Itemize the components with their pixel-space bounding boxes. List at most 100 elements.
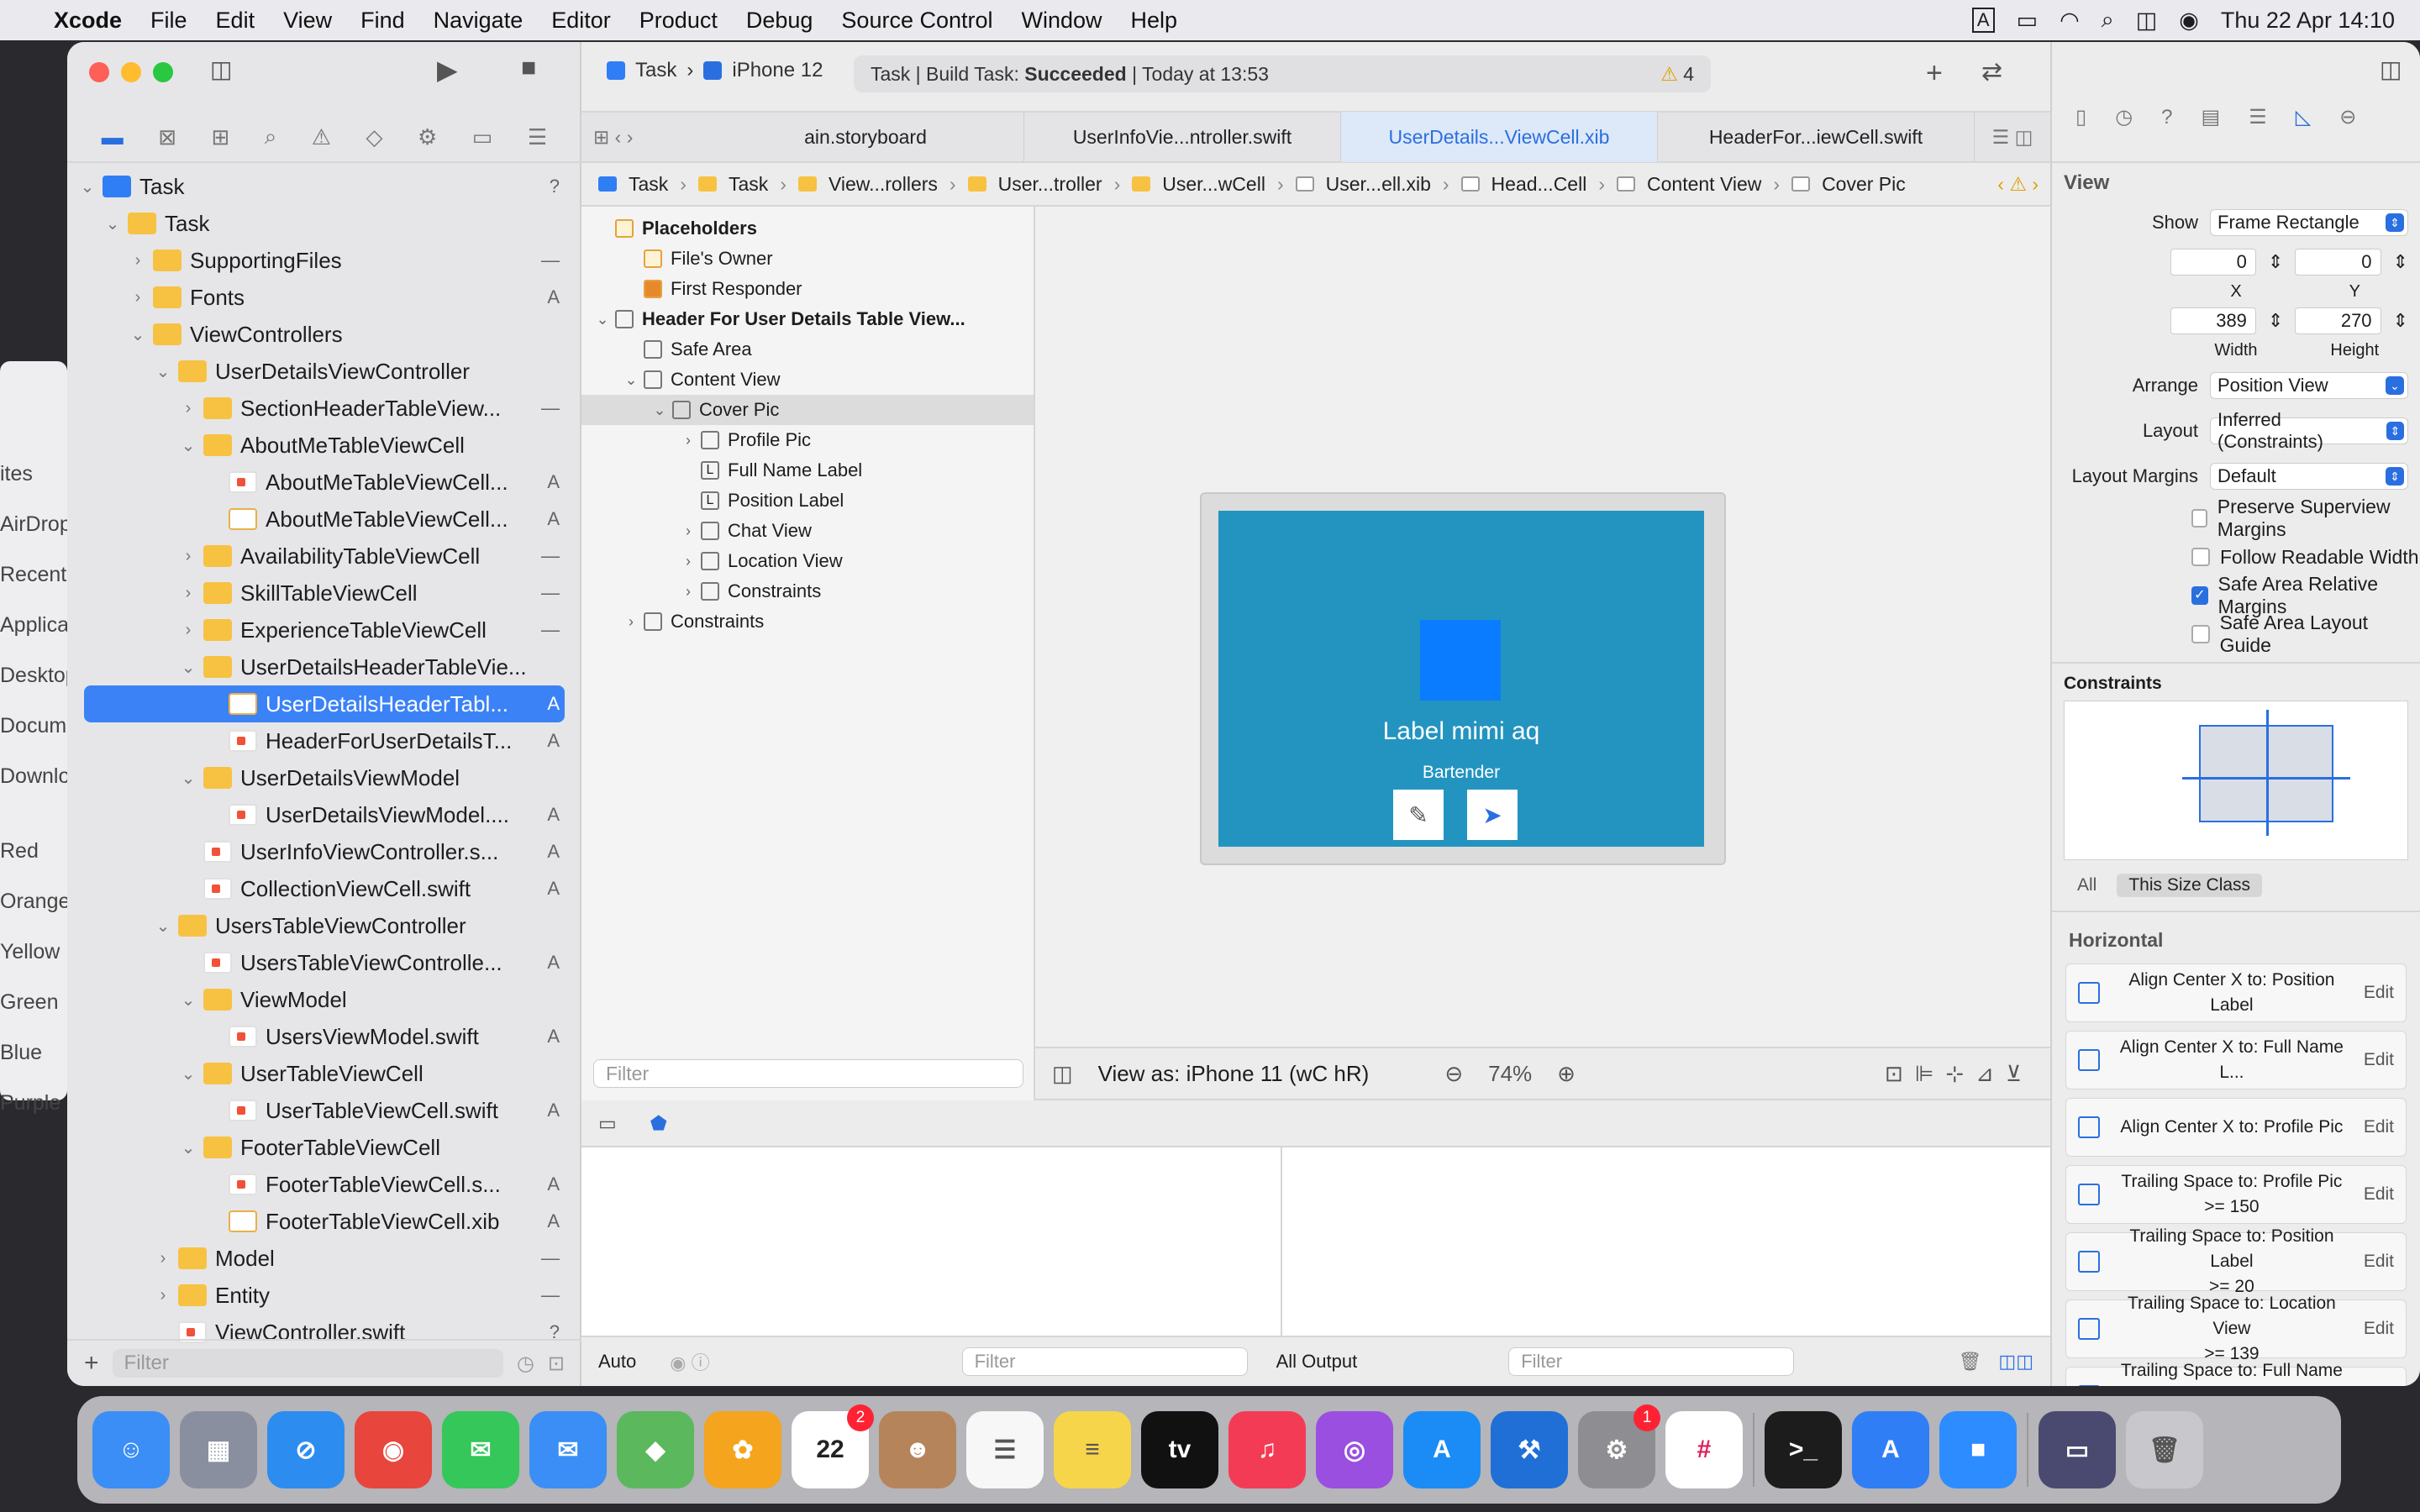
outline-item[interactable]: › Chat View — [581, 516, 1034, 546]
dock-app-tv[interactable]: tv — [1141, 1411, 1218, 1488]
chevron-down-icon[interactable]: ⌄ — [176, 657, 200, 678]
full-name-label[interactable]: Label mimi aq — [1218, 717, 1704, 746]
size-inspector-icon[interactable]: ◺ — [2296, 105, 2311, 129]
inspector-toggle-icon[interactable]: ◫ — [2380, 55, 2402, 83]
position-label[interactable]: Bartender — [1218, 763, 1704, 783]
dock-app-photos[interactable]: ✿ — [704, 1411, 781, 1488]
cover-pic[interactable]: Label mimi aq Bartender ✎ ➤ — [1218, 511, 1704, 847]
history-icon[interactable]: ◷ — [2115, 105, 2133, 129]
folder-row[interactable]: ⌄ FooterTableViewCell — [67, 1129, 581, 1166]
outline-item[interactable]: First Responder — [581, 274, 1034, 304]
dock-app-contacts[interactable]: ☻ — [879, 1411, 956, 1488]
jump-bar-item[interactable]: User...troller — [998, 173, 1102, 196]
outline-toggle-icon[interactable]: ◫ — [1052, 1061, 1073, 1087]
chevron-down-icon[interactable]: ⌄ — [176, 1063, 200, 1084]
menu-product[interactable]: Product — [639, 8, 718, 34]
dock-app-reminders[interactable]: ☰ — [966, 1411, 1044, 1488]
search-icon[interactable]: ⌕ — [2102, 7, 2114, 34]
folder-row[interactable]: › SkillTableViewCell — — [67, 575, 581, 612]
finder-sidebar-item[interactable]: Purple — [0, 1091, 67, 1116]
identity-icon[interactable]: ▤ — [2202, 105, 2221, 129]
file-row[interactable]: UserDetailsViewModel.... A — [67, 796, 581, 833]
dock-app-trash[interactable]: 🗑 — [2126, 1411, 2203, 1488]
dock-app-chrome[interactable]: ◉ — [355, 1411, 432, 1488]
file-row[interactable]: AboutMeTableViewCell... A — [67, 464, 581, 501]
zoom-out-icon[interactable]: ⊖ — [1444, 1061, 1463, 1087]
layout-tools-icons[interactable]: ⊡⊫⊹⊿⊻ — [1885, 1061, 2033, 1087]
tab-2[interactable]: UserDetails...ViewCell.xib — [1341, 112, 1658, 162]
finder-sidebar-item[interactable]: Applica — [0, 613, 69, 638]
chevron-down-icon[interactable]: ⌄ — [126, 324, 150, 345]
edit-button[interactable]: Edit — [2364, 1050, 2394, 1070]
edit-button[interactable]: Edit — [2364, 1252, 2394, 1272]
constraint-row[interactable]: Align Center X to: Profile Pic Edit — [2065, 1098, 2407, 1157]
dock-app-slack[interactable]: # — [1665, 1411, 1743, 1488]
chevron-right-icon[interactable]: › — [676, 583, 701, 601]
chevron-down-icon[interactable]: ⌄ — [176, 990, 200, 1011]
dock-app-system-preferences[interactable]: ⚙ 1 — [1578, 1404, 1660, 1488]
tab-0[interactable]: ain.storyboard — [708, 112, 1024, 162]
checkbox-row[interactable]: ✓ Safe Area Relative Margins — [2052, 573, 2420, 617]
constraint-row[interactable]: Align Center X to: Full Name L... Edit — [2065, 1031, 2407, 1089]
find-icon[interactable]: ⌕ — [265, 123, 277, 150]
constraints-diagram[interactable] — [2064, 701, 2408, 860]
dock-app-terminal[interactable]: >_ — [1765, 1411, 1842, 1488]
chevron-down-icon[interactable]: ⌄ — [101, 213, 124, 234]
warning-count[interactable]: 4 — [1683, 63, 1694, 86]
outline-item[interactable]: › Profile Pic — [581, 425, 1034, 455]
chat-view[interactable]: ✎ — [1393, 790, 1444, 840]
menu-app-name[interactable]: Xcode — [54, 8, 122, 34]
folder-row[interactable]: ⌄ UserDetailsHeaderTableVie... — [67, 648, 581, 685]
constraint-row[interactable]: Trailing Space to: Location View >= 139 Ed… — [2065, 1294, 2407, 1363]
jump-bar-item[interactable]: Cover Pic — [1822, 173, 1906, 196]
finder-sidebar-item[interactable]: Desktop — [0, 664, 77, 688]
menu-debug[interactable]: Debug — [746, 8, 813, 34]
finder-sidebar-item[interactable]: Red — [0, 839, 67, 864]
jump-bar-item[interactable]: User...ell.xib — [1326, 173, 1431, 196]
file-row[interactable]: UsersTableViewControlle... A — [67, 944, 581, 981]
folder-row[interactable]: › Model — — [67, 1240, 581, 1277]
jump-bar-item[interactable]: View...rollers — [829, 173, 938, 196]
edit-button[interactable]: Edit — [2364, 1319, 2394, 1339]
dock-app-app-store[interactable]: A — [1403, 1411, 1481, 1488]
tab-nav-icons[interactable]: ⊞ ‹ › — [581, 126, 708, 149]
connections-icon[interactable]: ⊖ — [2339, 105, 2356, 129]
checkbox[interactable]: ✓ — [2191, 586, 2208, 605]
finder-sidebar-item[interactable]: Downlo — [0, 764, 70, 789]
outline-item[interactable]: Safe Area — [581, 334, 1034, 365]
stepper-icon[interactable]: ⇕ — [2268, 251, 2283, 273]
jump-bar-item[interactable]: Task — [629, 173, 668, 196]
stop-button[interactable]: ■ — [521, 54, 536, 82]
edit-button[interactable]: Edit — [2364, 1117, 2394, 1137]
outline-item[interactable]: L Full Name Label — [581, 455, 1034, 486]
zoom-window-button[interactable] — [153, 62, 173, 82]
tab-3[interactable]: HeaderFor...iewCell.swift — [1658, 112, 1975, 162]
warning-icon[interactable]: ⚠ — [312, 124, 331, 150]
battery-icon[interactable]: ▭ — [2017, 8, 2039, 34]
console-filter[interactable]: Filter — [1508, 1347, 1795, 1376]
folder-row[interactable]: › Fonts A — [67, 279, 581, 316]
file-row[interactable]: FooterTableViewCell.xib A — [67, 1203, 581, 1240]
width-field[interactable]: 389 — [2170, 307, 2256, 334]
folder-row[interactable]: ⌄ Task — [67, 205, 581, 242]
finder-sidebar-item[interactable]: Yellow — [0, 940, 67, 964]
outline-item[interactable]: › Constraints — [581, 606, 1034, 637]
dock-app-maps[interactable]: ◆ — [617, 1411, 694, 1488]
file-row[interactable]: UserTableViewCell.swift A — [67, 1092, 581, 1129]
eye-icon[interactable]: ◉ ⓘ — [670, 1348, 709, 1375]
x-field[interactable]: 0 — [2170, 249, 2256, 276]
chevron-down-icon[interactable]: ⌄ — [151, 361, 175, 382]
chevron-right-icon[interactable]: › — [676, 432, 701, 449]
file-inspector-icon[interactable]: ▯ — [2075, 105, 2086, 129]
stepper-icon[interactable]: ⇕ — [2393, 251, 2408, 273]
hide-debug-icon[interactable]: ▭ — [598, 1112, 617, 1135]
dock-app-music[interactable]: ♫ — [1228, 1411, 1306, 1488]
finder-sidebar-item[interactable]: ites — [0, 462, 67, 486]
dock-app-mail[interactable]: ✉ — [529, 1411, 607, 1488]
layout-popup[interactable]: Inferred (Constraints) ⇕ — [2210, 409, 2408, 452]
chevron-down-icon[interactable]: ⌄ — [618, 371, 644, 389]
chevron-right-icon[interactable]: › — [151, 1286, 175, 1305]
view-as-device[interactable]: View as: iPhone 11 (wC hR) — [1098, 1061, 1370, 1087]
menu-editor[interactable]: Editor — [551, 8, 611, 34]
attributes-icon[interactable]: ☰ — [2249, 105, 2267, 129]
